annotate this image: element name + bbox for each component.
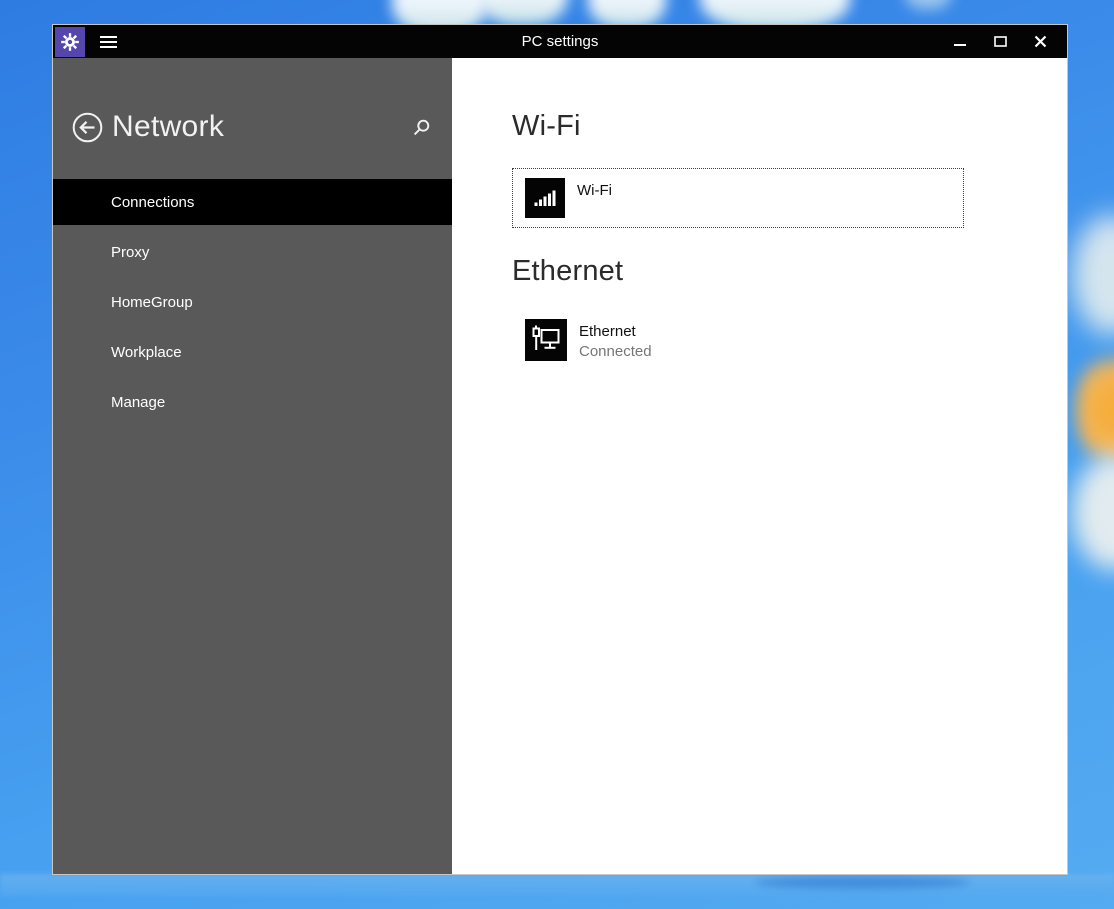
ethernet-status: Connected [579, 342, 652, 362]
wifi-tile-label: Wi-Fi [577, 181, 612, 201]
hamburger-icon[interactable] [100, 36, 117, 48]
wallpaper-flower-blob [1072, 455, 1114, 570]
back-button[interactable] [72, 112, 103, 143]
window-controls [947, 29, 1067, 55]
page-title: Network [112, 110, 224, 144]
sidebar-nav: Connections Proxy HomeGroup Workplace Ma… [53, 179, 452, 425]
minimize-button[interactable] [947, 29, 973, 55]
sidebar: Network Connections Proxy HomeGroup Work… [53, 58, 452, 874]
section-heading-ethernet: Ethernet [512, 255, 1067, 288]
back-arrow-icon [72, 112, 103, 143]
wallpaper-petal [905, 0, 951, 10]
wallpaper-petal [478, 0, 568, 25]
gear-icon [60, 32, 80, 52]
maximize-button[interactable] [987, 29, 1013, 55]
wallpaper-flower-blob [1072, 215, 1114, 335]
search-button[interactable] [413, 119, 430, 136]
minimize-icon [954, 44, 966, 46]
ethernet-tile-text: Ethernet Connected [579, 322, 652, 362]
ethernet-tile[interactable]: Ethernet Connected [512, 310, 964, 371]
section-heading-wifi: Wi-Fi [512, 110, 1067, 143]
app-tile [55, 27, 85, 57]
search-icon [413, 119, 430, 136]
titlebar[interactable]: PC settings [53, 25, 1067, 58]
ethernet-icon [525, 319, 567, 361]
wifi-tile-text: Wi-Fi [577, 181, 612, 201]
close-button[interactable] [1027, 29, 1053, 55]
window-title: PC settings [53, 33, 1067, 50]
wallpaper-streak [755, 876, 970, 889]
wifi-signal-icon [525, 178, 565, 218]
sidebar-item-connections[interactable]: Connections [53, 179, 452, 225]
sidebar-header: Network [53, 58, 452, 144]
wifi-tile[interactable]: Wi-Fi [512, 168, 964, 228]
sidebar-item-homegroup[interactable]: HomeGroup [53, 279, 452, 325]
sidebar-item-manage[interactable]: Manage [53, 379, 452, 425]
sidebar-item-workplace[interactable]: Workplace [53, 329, 452, 375]
pc-settings-window: PC settings [52, 24, 1068, 875]
maximize-icon [995, 37, 1006, 46]
close-icon [1035, 37, 1045, 47]
ethernet-tile-label: Ethernet [579, 322, 652, 342]
sidebar-item-proxy[interactable]: Proxy [53, 229, 452, 275]
main-content: Wi-Fi Wi-Fi [452, 58, 1067, 874]
